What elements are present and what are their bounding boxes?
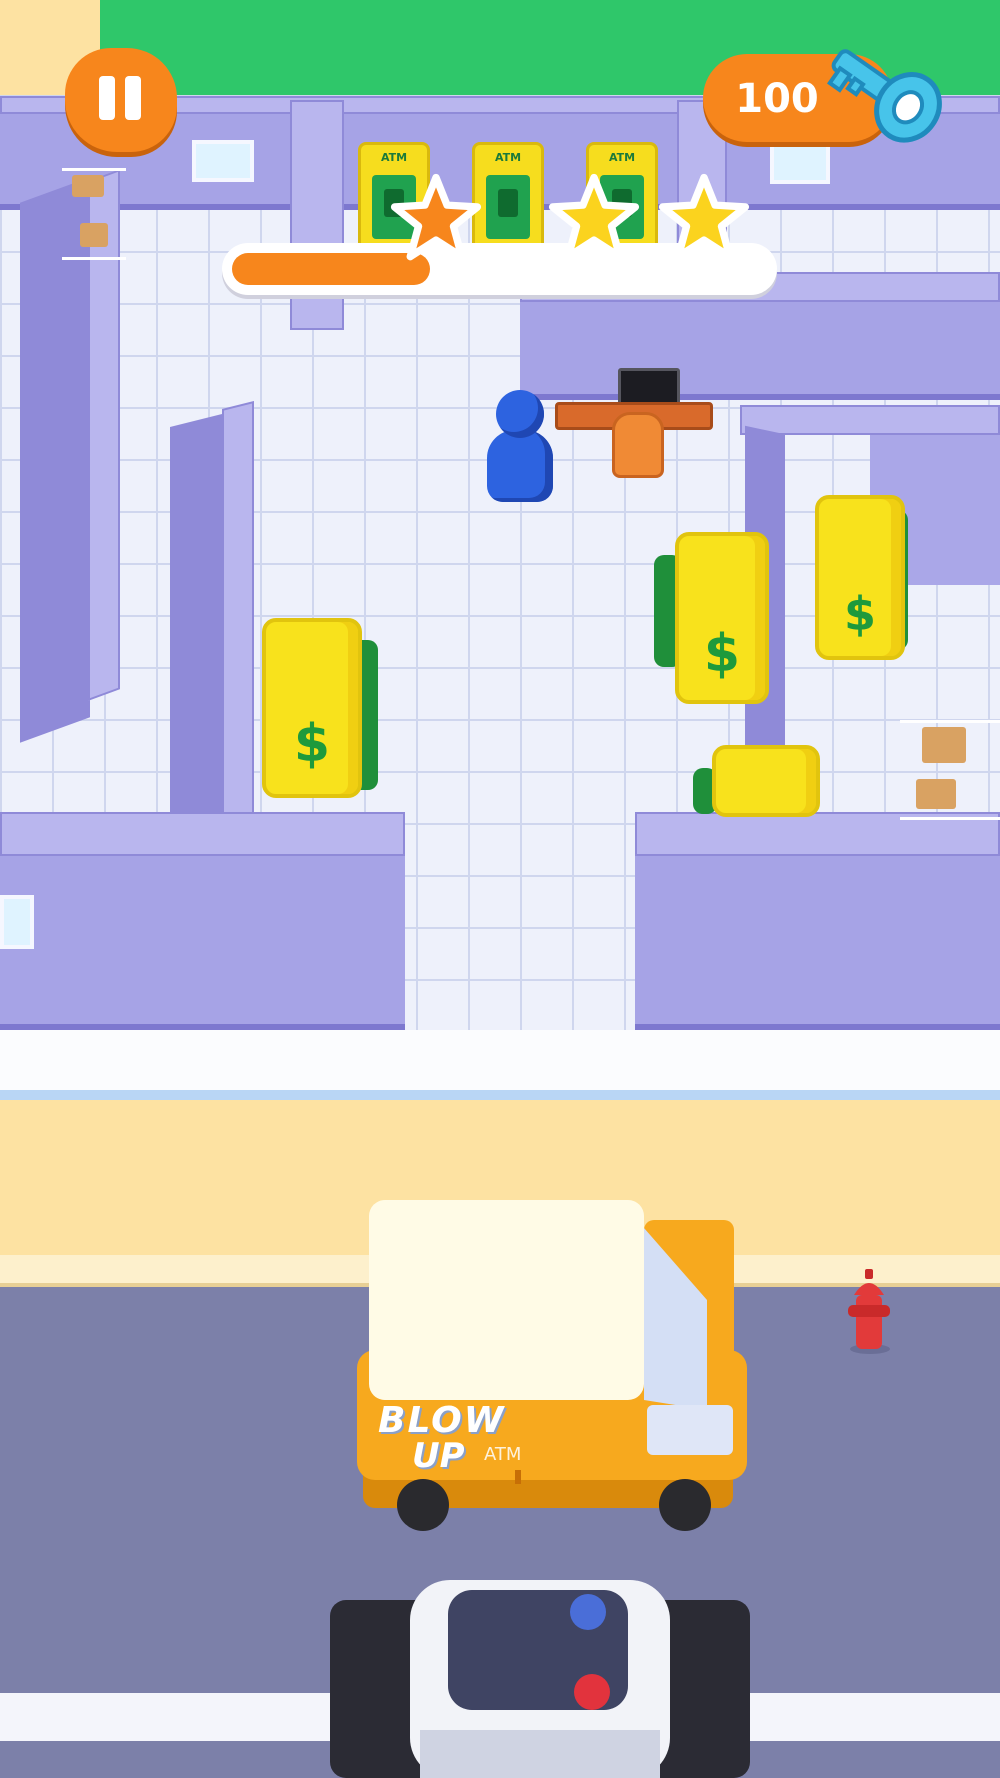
player-character[interactable] [487, 430, 553, 502]
building-ledge [0, 1030, 1000, 1100]
partition-wall [290, 100, 344, 330]
window [0, 895, 34, 949]
window [192, 140, 254, 182]
graffiti-word: ATM [484, 1444, 522, 1465]
star-icon [548, 173, 640, 261]
money-vault[interactable]: $ [815, 495, 905, 660]
divider-wall [170, 413, 226, 847]
vault-room-wall [740, 405, 1000, 435]
pause-button[interactable] [65, 48, 177, 152]
office-chair [612, 412, 664, 478]
dollar-sign: $ [703, 624, 741, 684]
getaway-van[interactable] [355, 1200, 748, 1532]
graffiti-word: BLOW [378, 1400, 506, 1441]
atm-machine: ATM [472, 142, 544, 254]
van-graffiti: BLOW UP ATM [372, 1400, 582, 1480]
atm-label: ATM [494, 151, 522, 164]
shelf-with-boxes [62, 168, 126, 260]
money-vault[interactable] [712, 745, 820, 817]
graffiti-word: UP [412, 1436, 465, 1476]
front-wall-left-top [0, 812, 405, 856]
divider-wall-top [222, 401, 254, 829]
player-head [496, 390, 544, 438]
police-car [330, 1580, 750, 1778]
fire-hydrant-icon [848, 1269, 890, 1354]
star-icon [390, 173, 482, 261]
key-icon [826, 49, 942, 143]
dollar-sign: $ [293, 714, 331, 774]
atm-label: ATM [380, 151, 408, 164]
star-icon [658, 173, 750, 261]
money-vault[interactable]: $ [262, 618, 362, 798]
dollar-sign: $ [843, 587, 876, 641]
left-wall [20, 177, 90, 743]
shelf-with-boxes [900, 720, 1000, 820]
money-vault[interactable]: $ [675, 532, 769, 704]
atm-label: ATM [608, 151, 636, 164]
pause-icon [65, 48, 177, 152]
